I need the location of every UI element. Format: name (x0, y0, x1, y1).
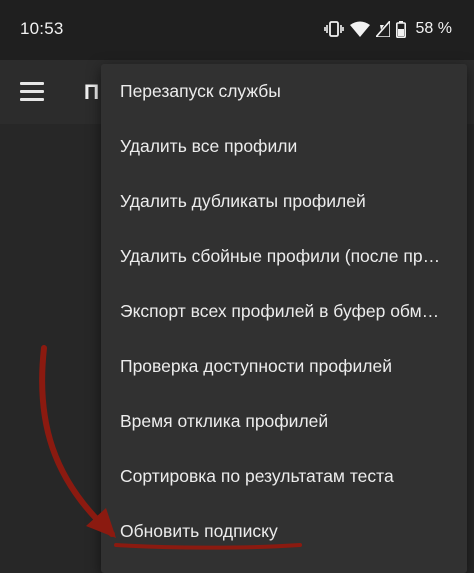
menu-item-label: Время отклика профилей (120, 411, 329, 431)
menu-item-check-availability[interactable]: Проверка доступности профилей (101, 339, 467, 394)
menu-item-label: Обновить подписку (120, 521, 278, 541)
menu-item-export-profiles-clipboard[interactable]: Экспорт всех профилей в буфер обмена (101, 284, 467, 339)
signal-icon (375, 21, 390, 37)
menu-item-label: Удалить все профили (120, 136, 298, 156)
status-icons: 58 % (323, 17, 452, 41)
wifi-icon (349, 21, 370, 37)
app-title: П (84, 81, 100, 104)
battery-percentage: 58 % (415, 20, 452, 37)
status-time: 10:53 (20, 19, 64, 38)
menu-item-label: Удалить сбойные профили (после проверки) (120, 246, 445, 266)
menu-item-label: Сортировка по результатам теста (120, 466, 394, 486)
menu-item-label: Удалить дубликаты профилей (120, 191, 366, 211)
menu-item-label: Экспорт всех профилей в буфер обмена (120, 301, 445, 321)
menu-item-label: Проверка доступности профилей (120, 356, 393, 376)
menu-item-sort-by-test[interactable]: Сортировка по результатам теста (101, 449, 467, 504)
menu-item-label: Перезапуск службы (120, 81, 281, 101)
hamburger-menu-icon[interactable] (20, 82, 44, 102)
status-bar: 10:53 58 % (0, 0, 474, 60)
menu-item-response-time[interactable]: Время отклика профилей (101, 394, 467, 449)
menu-item-update-subscription[interactable]: Обновить подписку (101, 504, 467, 559)
menu-item-restart-service[interactable]: Перезапуск службы (101, 64, 467, 119)
overflow-menu: Перезапуск службы Удалить все профили Уд… (101, 64, 467, 573)
menu-item-delete-all-profiles[interactable]: Удалить все профили (101, 119, 467, 174)
vibrate-icon (323, 21, 344, 37)
menu-item-delete-duplicate-profiles[interactable]: Удалить дубликаты профилей (101, 174, 467, 229)
battery-icon (395, 20, 406, 38)
menu-item-delete-failed-profiles[interactable]: Удалить сбойные профили (после проверки) (101, 229, 467, 284)
